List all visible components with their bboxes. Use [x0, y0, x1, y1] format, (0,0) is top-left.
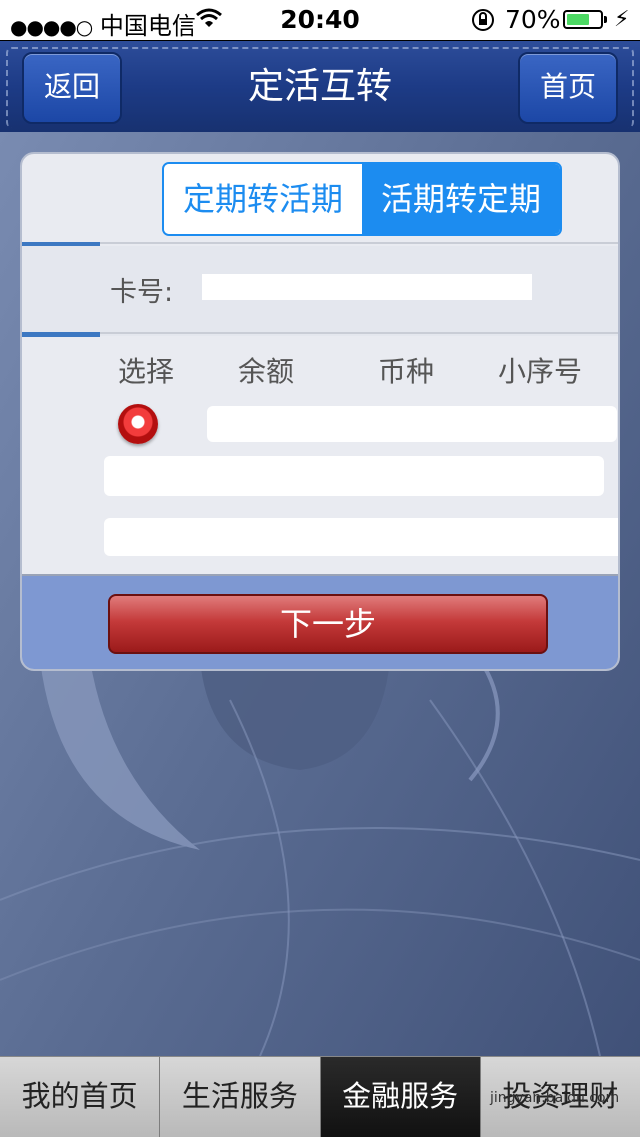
transfer-type-segmented-control: 定期转活期 活期转定期: [162, 162, 562, 236]
tab-current-to-fixed[interactable]: 活期转定期: [362, 164, 560, 234]
divider: [22, 332, 618, 334]
divider-accent: [22, 332, 100, 337]
tab-financial-services[interactable]: 金融服务: [320, 1057, 481, 1137]
divider: [22, 242, 618, 244]
navigation-bar: 返回 定活互转 首页: [0, 40, 640, 132]
column-header-currency: 币种: [378, 355, 435, 388]
column-header-select: 选择: [118, 355, 175, 388]
redacted-account-row: [207, 406, 617, 442]
home-button[interactable]: 首页: [518, 52, 618, 124]
tab-life-services[interactable]: 生活服务: [160, 1057, 321, 1137]
card-number-value-redacted: [202, 274, 532, 300]
transfer-panel: 定期转活期 活期转定期 卡号: 选择 余额 币种 小序号 下一步: [20, 152, 620, 671]
battery-percent: 70%: [505, 5, 561, 34]
charging-icon: ⚡: [614, 7, 630, 32]
battery-icon: [563, 10, 607, 29]
watermark: jingyan.baidu.com: [490, 1090, 620, 1106]
column-header-sub-number: 小序号: [498, 355, 583, 388]
tab-my-home[interactable]: 我的首页: [0, 1057, 161, 1137]
column-header-balance: 余额: [238, 355, 295, 388]
redacted-account-row: [104, 456, 604, 496]
status-bar: ●●●●○ 中国电信 20:40 70% ⚡: [0, 0, 640, 40]
redacted-account-row: [104, 518, 618, 556]
battery-level: [567, 14, 590, 25]
account-radio-selected[interactable]: [118, 404, 158, 444]
card-number-label: 卡号:: [110, 277, 174, 308]
rotation-lock-icon: [472, 9, 494, 31]
tab-fixed-to-current[interactable]: 定期转活期: [164, 164, 362, 234]
next-step-button[interactable]: 下一步: [108, 594, 548, 654]
card-number-row: 卡号:: [22, 246, 618, 336]
